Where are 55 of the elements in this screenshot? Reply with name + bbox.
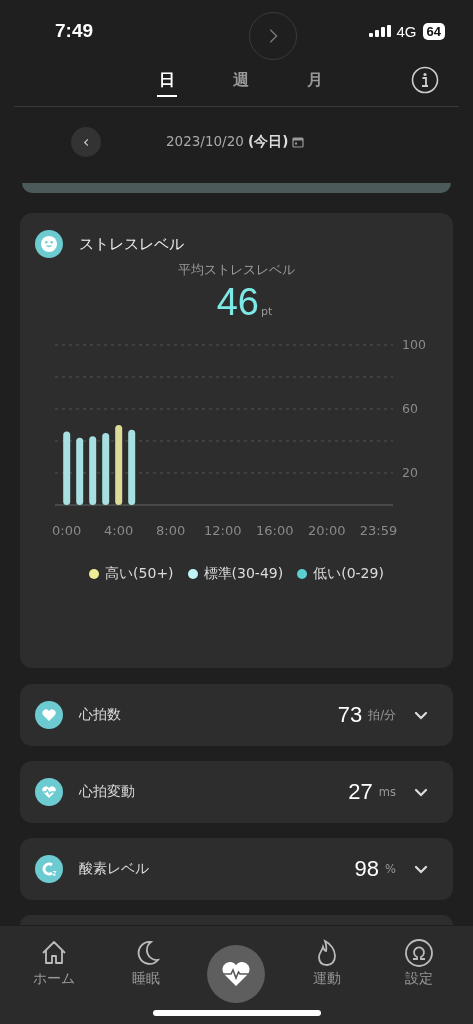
metric-card[interactable]: 心拍数 73 拍/分 xyxy=(20,684,453,746)
axis-label: 12:00 xyxy=(203,523,242,538)
network-label: 4G xyxy=(396,22,417,40)
axis-label: 23:59 xyxy=(359,523,398,538)
metric-value: 98 xyxy=(354,856,380,882)
heart-pulse-icon xyxy=(221,961,252,987)
average-value: 46 xyxy=(216,281,259,324)
metric-label: 心拍数 xyxy=(79,706,121,724)
heart-wave-icon xyxy=(35,778,63,806)
card-title: ストレスレベル xyxy=(79,234,184,254)
nav-tab[interactable]: 運動 xyxy=(297,938,358,988)
metric-unit: % xyxy=(385,862,396,876)
chevron-icon[interactable] xyxy=(414,710,428,720)
metric-label: 酸素レベル xyxy=(79,860,149,878)
smiley-icon xyxy=(35,230,63,258)
metric-unit: 拍/分 xyxy=(368,707,396,723)
legend-label: 標準(30-49) xyxy=(203,565,284,583)
chevron-left-icon xyxy=(81,137,91,147)
chevron-icon[interactable] xyxy=(414,864,428,874)
period-tab[interactable]: 日 xyxy=(156,67,177,97)
axis-label: 20 xyxy=(402,465,418,480)
unit-label: pt xyxy=(261,305,273,318)
stress-bar xyxy=(89,436,97,505)
nav-tab[interactable]: ホーム xyxy=(23,938,84,988)
status-time: 7:49 xyxy=(55,20,94,42)
axis-label: 60 xyxy=(402,401,418,416)
date-label: 2023/10/20 (今日) xyxy=(166,133,289,151)
metric-card[interactable]: 心拍変動 27 ms xyxy=(20,761,453,823)
axis-label: 8:00 xyxy=(156,523,186,538)
chevron-icon[interactable] xyxy=(414,787,428,797)
metric-unit: ms xyxy=(378,785,396,799)
period-tab[interactable]: 週 xyxy=(230,67,251,97)
legend-label: 低い(0-29) xyxy=(313,565,384,583)
axis-label: 16:00 xyxy=(255,523,294,538)
metric-label: 心拍変動 xyxy=(79,783,135,801)
person-circle-icon xyxy=(404,938,435,968)
stress-bar xyxy=(102,433,110,505)
axis-label: 4:00 xyxy=(104,523,134,538)
oxygen-icon xyxy=(35,855,63,883)
axis-label: 20:00 xyxy=(307,523,346,538)
nav-tab[interactable]: 睡眠 xyxy=(115,938,176,988)
average-label: 平均ストレスレベル xyxy=(177,262,296,279)
metric-value: 27 xyxy=(348,779,373,805)
period-tab[interactable]: 月 xyxy=(304,67,325,97)
axis-label: 100 xyxy=(402,337,426,352)
signal-icon xyxy=(368,25,391,37)
metric-card[interactable]: 酸素レベル 98 % xyxy=(20,838,453,900)
legend-label: 高い(50+) xyxy=(105,565,174,583)
info-icon[interactable] xyxy=(411,66,439,94)
metric-value: 73 xyxy=(337,702,363,728)
nav-tab[interactable]: 設定 xyxy=(389,938,450,988)
stress-bar xyxy=(76,437,84,505)
axis-label: 0:00 xyxy=(52,523,82,538)
battery-level: 64 xyxy=(422,22,445,40)
calendar-icon[interactable] xyxy=(292,136,305,148)
